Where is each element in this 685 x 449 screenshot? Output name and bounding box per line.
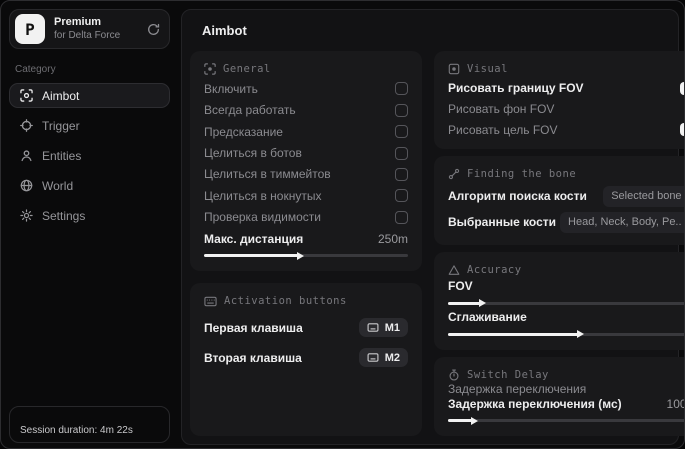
setting-row: Целиться в нокнутых [204, 188, 408, 203]
visual-panel: Visual Рисовать границу FOV ✓ Рисовать ф… [434, 51, 684, 150]
sidebar-item-entities[interactable]: Entities [9, 143, 170, 168]
keyboard-icon [367, 353, 379, 362]
keybind-button-secondary[interactable]: M2 [358, 348, 408, 367]
globe-icon [20, 179, 33, 192]
frame-eye-icon [448, 63, 460, 75]
app-logo: P [15, 14, 45, 44]
switch-delay-panel: Switch Delay Задержка переключения Задер… [434, 357, 684, 436]
sidebar-item-label: Settings [42, 208, 86, 223]
panel-title: Finding the bone [467, 168, 577, 181]
panel-title: Activation buttons [224, 295, 347, 307]
category-label: Category [15, 64, 56, 75]
slider-value: 1000 ms [666, 396, 684, 411]
trigger-crosshair-icon [20, 119, 33, 132]
visual-row: Рисовать фон FOV [448, 101, 555, 116]
selected-bones-select[interactable]: Head, Neck, Body, Pe.. [560, 211, 684, 233]
slider-label-row: FOV 50° [448, 279, 473, 294]
slider-value: 250m [377, 231, 408, 246]
activation-buttons-panel: Activation buttons Первая клавиша M1 Вто… [190, 283, 422, 436]
setting-row: Включить [204, 81, 408, 96]
triangle-icon [448, 264, 460, 276]
fov-slider[interactable] [448, 299, 684, 308]
main-content: Aimbot General Включить Всегда работать … [181, 9, 684, 445]
color-swatch[interactable] [679, 123, 684, 137]
smoothing-slider[interactable] [448, 330, 684, 339]
keybind-button-primary[interactable]: M1 [358, 318, 408, 337]
panel-title: Visual [467, 63, 508, 75]
crosshair-scan-icon [20, 89, 33, 102]
panel-title: Switch Delay [467, 369, 549, 381]
visual-row: Рисовать цель FOV [448, 122, 684, 137]
checkbox-visibility-check[interactable] [395, 210, 408, 224]
session-duration-text: Session duration: 4m 22s [20, 425, 133, 436]
keybind-row: Первая клавиша M1 [204, 318, 408, 337]
app-window: P Premium for Delta Force Category Aimbo… [0, 0, 685, 449]
panel-title: General [223, 63, 271, 75]
sidebar-item-label: World [42, 178, 74, 193]
slider-label-row: Сглаживание 50% [448, 310, 527, 325]
checkbox-prediction[interactable] [395, 125, 408, 139]
bone-icon [448, 168, 460, 180]
setting-row: Задержка переключения [448, 381, 587, 396]
setting-row: Целиться в ботов [204, 146, 408, 161]
panel-title: Accuracy [467, 263, 522, 276]
visual-row: Рисовать границу FOV ✓ [448, 81, 684, 96]
setting-row: Всегда работать [204, 103, 408, 118]
sidebar-item-trigger[interactable]: Trigger [9, 113, 170, 138]
entities-person-icon [20, 149, 33, 162]
keybind-row: Вторая клавиша M2 [204, 348, 408, 367]
checkbox-always-work[interactable] [395, 103, 408, 117]
general-panel: General Включить Всегда работать Предска… [190, 51, 422, 271]
sidebar-item-label: Entities [42, 148, 82, 163]
checkbox-target-teammates[interactable] [395, 167, 408, 181]
accuracy-panel: Accuracy FOV 50° Сглаживание [434, 251, 684, 350]
page-title: Aimbot [202, 23, 247, 38]
stopwatch-icon [448, 369, 460, 381]
sidebar: P Premium for Delta Force Category Aimbo… [1, 1, 178, 448]
bone-algorithm-select[interactable]: Selected bone [603, 185, 684, 207]
slider-label-row: Задержка переключения (мс) 1000 ms [448, 396, 684, 411]
setting-row: Предсказание [204, 124, 408, 139]
setting-row: Проверка видимости [204, 210, 408, 225]
checkbox-target-knocked[interactable] [395, 189, 408, 203]
gear-icon [20, 209, 33, 222]
refresh-icon[interactable] [147, 23, 160, 36]
premium-title: Premium [54, 15, 102, 28]
sidebar-item-aimbot[interactable]: Aimbot [9, 83, 170, 108]
session-duration-box: Session duration: 4m 22s [9, 406, 170, 443]
finding-bone-panel: Finding the bone Алгоритм поиска кости S… [434, 156, 684, 245]
sidebar-item-label: Aimbot [42, 88, 80, 103]
max-distance-slider[interactable] [204, 251, 408, 260]
scan-icon [204, 63, 216, 75]
premium-subtitle: for Delta Force [54, 29, 121, 41]
color-swatch[interactable] [679, 81, 684, 95]
premium-card: P Premium for Delta Force [9, 9, 170, 49]
sidebar-item-world[interactable]: World [9, 173, 170, 198]
dropdown-row: Выбранные кости Head, Neck, Body, Pe.. [448, 211, 684, 233]
slider-label-row: Макс. дистанция 250m [204, 231, 408, 246]
setting-row: Целиться в тиммейтов [204, 167, 408, 182]
sidebar-item-settings[interactable]: Settings [9, 203, 170, 228]
sidebar-item-label: Trigger [42, 118, 80, 133]
keyboard-icon [204, 296, 217, 307]
checkbox-enable[interactable] [395, 82, 408, 96]
checkbox-target-bots[interactable] [395, 146, 408, 160]
keyboard-icon [367, 323, 379, 332]
switch-delay-ms-slider[interactable] [448, 416, 684, 425]
dropdown-row: Алгоритм поиска кости Selected bone [448, 185, 684, 207]
